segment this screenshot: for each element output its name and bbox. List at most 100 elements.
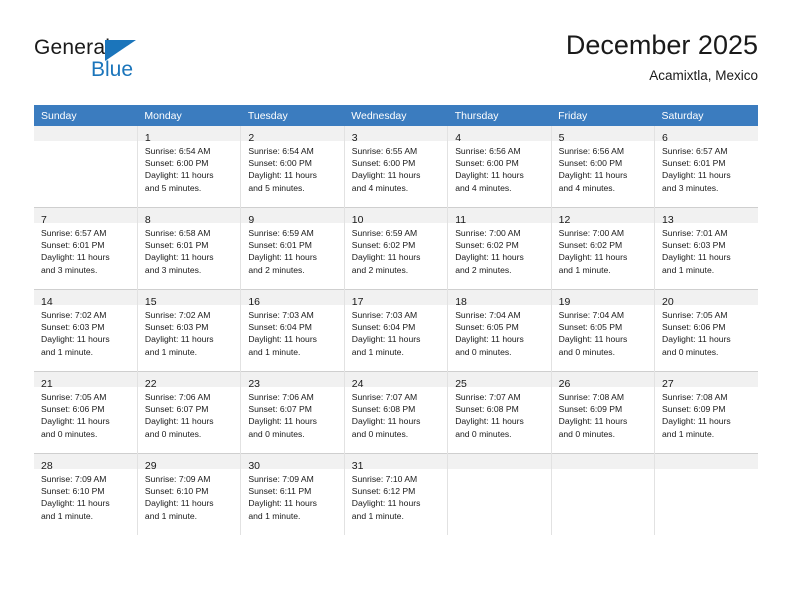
day-number: 9 (248, 214, 255, 226)
calendar-day-cell[interactable]: 7 Sunrise: 6:57 AM Sunset: 6:01 PM Daylight… (34, 207, 138, 290)
day-details: Sunrise: 7:09 AM Sunset: 6:10 PM Daylight:… (138, 469, 240, 522)
day-detail-line: Sunrise: 7:06 AM (144, 392, 211, 402)
calendar-day-cell[interactable]: 28 Sunrise: 7:09 AM Sunset: 6:10 PM Dayligh… (34, 453, 138, 535)
day-detail-line: Daylight: 11 hours (41, 252, 110, 263)
day-detail-line: Daylight: 11 hours (144, 252, 214, 263)
day-detail-line: Sunrise: 7:03 AM (248, 310, 314, 320)
calendar-week-row: 14 Sunrise: 7:02 AM Sunset: 6:03 PM Dayligh… (34, 289, 758, 372)
day-detail-line: and 0 minutes. (248, 428, 305, 439)
calendar-day-cell[interactable]: 2 Sunrise: 6:54 AM Sunset: 6:00 PM Daylight… (240, 126, 345, 208)
day-detail-line: and 2 minutes. (455, 264, 512, 275)
calendar-day-cell-empty (654, 453, 758, 535)
weekday-header-sunday: Sunday (34, 105, 138, 126)
calendar-day-cell[interactable]: 24 Sunrise: 7:07 AM Sunset: 6:08 PM Dayligh… (343, 371, 449, 454)
calendar-day-cell[interactable]: 15 Sunrise: 7:02 AM Sunset: 6:03 PM Dayligh… (136, 289, 242, 372)
day-detail-line: Sunrise: 7:03 AM (351, 310, 418, 320)
day-detail-line: Daylight: 11 hours (662, 252, 731, 263)
calendar-day-cell[interactable]: 4 Sunrise: 6:56 AM Sunset: 6:00 PM Daylight… (447, 126, 552, 208)
calendar-week-row: 1 Sunrise: 6:54 AM Sunset: 6:00 PM Daylight… (34, 126, 758, 208)
calendar-day-cell[interactable]: 17 Sunrise: 7:03 AM Sunset: 6:04 PM Dayligh… (343, 289, 449, 372)
day-detail-line: Daylight: 11 hours (455, 170, 524, 181)
day-detail-line: Sunrise: 7:05 AM (662, 310, 728, 320)
calendar-day-cell[interactable]: 8 Sunrise: 6:58 AM Sunset: 6:01 PM Daylight… (136, 207, 242, 290)
calendar-day-cell[interactable]: 21 Sunrise: 7:05 AM Sunset: 6:06 PM Dayligh… (34, 371, 138, 454)
day-details: Sunrise: 6:57 AM Sunset: 6:01 PM Daylight:… (34, 223, 137, 276)
day-detail-line: Daylight: 11 hours (144, 170, 214, 181)
day-detail-line: Daylight: 11 hours (248, 416, 317, 427)
day-number: 19 (558, 296, 571, 308)
calendar-day-cell[interactable]: 20 Sunrise: 7:05 AM Sunset: 6:06 PM Dayligh… (654, 289, 758, 372)
calendar-day-cell[interactable]: 13 Sunrise: 7:01 AM Sunset: 6:03 PM Dayligh… (654, 207, 758, 290)
day-detail-line: Sunrise: 7:04 AM (455, 310, 521, 320)
calendar-day-cell[interactable]: 25 Sunrise: 7:07 AM Sunset: 6:08 PM Dayligh… (447, 371, 552, 454)
day-number: 1 (144, 132, 151, 144)
day-details: Sunrise: 7:06 AM Sunset: 6:07 PM Daylight:… (138, 387, 240, 440)
day-number: 15 (144, 296, 157, 308)
day-number: 26 (558, 378, 571, 390)
day-number: 14 (41, 296, 53, 308)
calendar-day-cell[interactable]: 12 Sunrise: 7:00 AM Sunset: 6:02 PM Dayligh… (550, 207, 656, 290)
calendar-page: General Blue December 2025 Acamixtla, Me… (0, 0, 792, 612)
day-detail-line: Sunrise: 6:55 AM (351, 146, 418, 156)
day-detail-line: and 4 minutes. (558, 182, 615, 193)
day-number-band: 25 (448, 372, 551, 390)
calendar-day-cell[interactable]: 23 Sunrise: 7:06 AM Sunset: 6:07 PM Dayligh… (240, 371, 345, 454)
day-details: Sunrise: 7:03 AM Sunset: 6:04 PM Daylight:… (345, 305, 447, 358)
calendar-day-cell[interactable]: 22 Sunrise: 7:06 AM Sunset: 6:07 PM Dayligh… (136, 371, 242, 454)
calendar-day-cell[interactable]: 10 Sunrise: 6:59 AM Sunset: 6:02 PM Dayligh… (343, 207, 449, 290)
day-detail-line: Sunrise: 7:02 AM (144, 310, 211, 320)
day-details: Sunrise: 6:59 AM Sunset: 6:01 PM Daylight:… (241, 223, 343, 276)
calendar-day-cell[interactable]: 31 Sunrise: 7:10 AM Sunset: 6:12 PM Dayligh… (343, 453, 449, 535)
calendar-day-cell[interactable]: 9 Sunrise: 6:59 AM Sunset: 6:01 PM Daylight… (240, 207, 345, 290)
day-details: Sunrise: 7:07 AM Sunset: 6:08 PM Daylight:… (345, 387, 447, 440)
day-detail-line: Sunrise: 6:54 AM (144, 146, 211, 156)
day-detail-line: Sunset: 6:03 PM (662, 240, 726, 251)
calendar-day-cell[interactable]: 30 Sunrise: 7:09 AM Sunset: 6:11 PM Dayligh… (240, 453, 345, 535)
day-detail-line: Sunset: 6:01 PM (662, 158, 726, 169)
day-number: 13 (662, 214, 674, 226)
calendar-day-cell[interactable]: 6 Sunrise: 6:57 AM Sunset: 6:01 PM Daylight… (654, 126, 758, 208)
calendar-day-cell[interactable]: 29 Sunrise: 7:09 AM Sunset: 6:10 PM Dayligh… (136, 453, 242, 535)
day-number: 28 (41, 460, 53, 472)
calendar-day-cell-empty (447, 453, 552, 535)
day-detail-line: and 3 minutes. (662, 182, 719, 193)
day-detail-line: Daylight: 11 hours (558, 170, 628, 181)
day-detail-line: Daylight: 11 hours (41, 334, 110, 345)
weekday-header-thursday: Thursday (447, 105, 552, 126)
calendar-day-cell[interactable]: 16 Sunrise: 7:03 AM Sunset: 6:04 PM Dayligh… (240, 289, 345, 372)
calendar-day-cell[interactable]: 11 Sunrise: 7:00 AM Sunset: 6:02 PM Dayligh… (447, 207, 552, 290)
day-detail-line: and 5 minutes. (248, 182, 305, 193)
calendar-day-cell[interactable]: 14 Sunrise: 7:02 AM Sunset: 6:03 PM Dayligh… (34, 289, 138, 372)
day-detail-line: Sunrise: 7:07 AM (351, 392, 418, 402)
day-detail-line: Sunrise: 6:57 AM (662, 146, 728, 156)
day-detail-line: Sunrise: 6:57 AM (41, 228, 107, 238)
generalblue-logo[interactable]: General Blue (34, 36, 224, 86)
day-detail-line: Sunrise: 7:01 AM (662, 228, 728, 238)
day-detail-line: Sunset: 6:00 PM (558, 158, 623, 169)
day-detail-line: and 1 minute. (144, 346, 197, 357)
day-number-band (655, 454, 758, 469)
calendar-day-cell[interactable]: 18 Sunrise: 7:04 AM Sunset: 6:05 PM Dayligh… (447, 289, 552, 372)
day-details: Sunrise: 7:09 AM Sunset: 6:11 PM Daylight:… (241, 469, 343, 522)
day-detail-line: Daylight: 11 hours (144, 416, 214, 427)
day-number-band: 7 (34, 208, 137, 226)
day-details (34, 141, 137, 145)
day-number: 25 (455, 378, 467, 390)
calendar-day-cell[interactable]: 1 Sunrise: 6:54 AM Sunset: 6:00 PM Daylight… (136, 126, 242, 208)
logo-text-general: General (34, 36, 111, 59)
calendar-header-row: Sunday Monday Tuesday Wednesday Thursday… (34, 105, 758, 126)
calendar-day-cell[interactable]: 27 Sunrise: 7:08 AM Sunset: 6:09 PM Dayligh… (654, 371, 758, 454)
day-detail-line: Sunrise: 7:05 AM (41, 392, 107, 402)
day-detail-line: and 0 minutes. (662, 346, 719, 357)
day-detail-line: Sunset: 6:00 PM (248, 158, 312, 169)
calendar-day-cell[interactable]: 26 Sunrise: 7:08 AM Sunset: 6:09 PM Dayligh… (550, 371, 656, 454)
day-details: Sunrise: 6:57 AM Sunset: 6:01 PM Daylight:… (655, 141, 758, 194)
day-detail-line: and 0 minutes. (558, 428, 615, 439)
calendar-day-cell-empty (34, 126, 138, 208)
calendar-day-cell[interactable]: 5 Sunrise: 6:56 AM Sunset: 6:00 PM Daylight… (550, 126, 656, 208)
calendar-day-cell[interactable]: 3 Sunrise: 6:55 AM Sunset: 6:00 PM Daylight… (343, 126, 449, 208)
day-detail-line: Sunrise: 6:56 AM (455, 146, 521, 156)
day-number: 5 (558, 132, 565, 144)
calendar-day-cell[interactable]: 19 Sunrise: 7:04 AM Sunset: 6:05 PM Dayligh… (550, 289, 656, 372)
day-number-band: 14 (34, 290, 137, 308)
